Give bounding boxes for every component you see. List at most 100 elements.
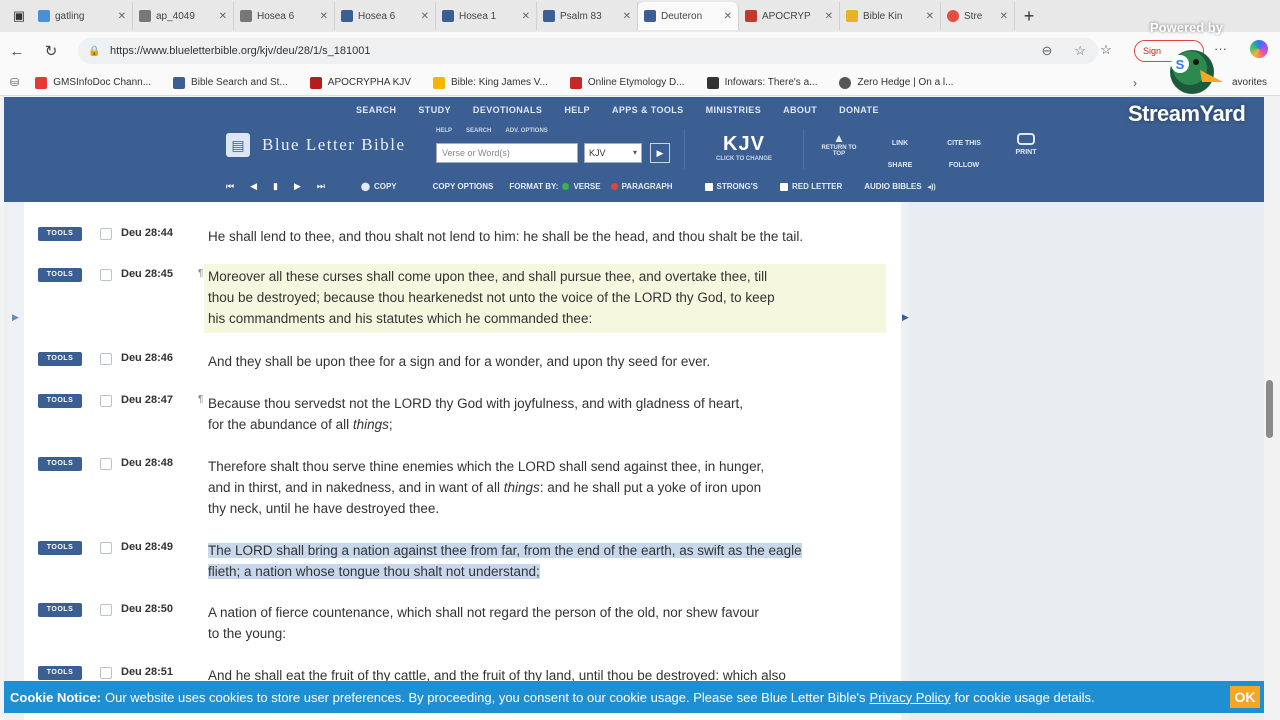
bookmark-item[interactable]: Infowars: There's a... <box>706 76 817 89</box>
verse-tools-button[interactable]: TOOLS <box>38 394 82 408</box>
audio-bibles-button[interactable]: AUDIO BIBLES ◂)) <box>864 182 936 191</box>
tab-close-icon[interactable]: ✕ <box>522 11 530 22</box>
copy-verse-icon[interactable] <box>100 395 112 407</box>
link-button[interactable]: LINK <box>876 133 924 155</box>
first-chapter-icon[interactable]: ⏮ <box>226 181 234 192</box>
verse-reference[interactable]: Deu 28:50 <box>121 603 173 615</box>
browser-tab[interactable]: Hosea 1 ✕ <box>436 2 537 30</box>
browser-tab[interactable]: APOCRYP ✕ <box>739 2 840 30</box>
version-change-button[interactable]: KJV CLICK TO CHANGE <box>684 129 804 169</box>
version-select[interactable]: KJV ▾ <box>584 143 642 163</box>
tab-close-icon[interactable]: ✕ <box>724 11 732 22</box>
copilot-icon[interactable] <box>1250 40 1268 58</box>
tab-close-icon[interactable]: ✕ <box>219 11 227 22</box>
bookmark-item[interactable]: Bible Search and St... <box>173 76 288 89</box>
copy-button[interactable]: ⬤ COPY <box>361 182 397 191</box>
tab-close-icon[interactable]: ✕ <box>320 11 328 22</box>
verse-reference[interactable]: Deu 28:47 <box>121 394 173 406</box>
copy-verse-icon[interactable] <box>100 667 112 679</box>
browser-tab[interactable]: Hosea 6 ✕ <box>234 2 335 30</box>
search-help-link[interactable]: HELP <box>436 128 452 134</box>
browser-tab[interactable]: Stre ✕ <box>941 2 1015 30</box>
url-field[interactable]: 🔒 https://www.blueletterbible.org/kjv/de… <box>78 38 1098 64</box>
nav-about[interactable]: ABOUT <box>783 105 817 115</box>
tab-close-icon[interactable]: ✕ <box>421 11 429 22</box>
tab-actions-icon[interactable]: ▣ <box>6 3 32 29</box>
bookmarks-overflow-chevron-icon[interactable]: › <box>1133 76 1137 90</box>
copy-verse-icon[interactable] <box>100 353 112 365</box>
search-link[interactable]: SEARCH <box>466 128 491 134</box>
paragraph-option[interactable]: PARAGRAPH <box>622 182 673 191</box>
right-panel-toggle-icon[interactable]: ▶ <box>902 312 909 323</box>
copy-verse-icon[interactable] <box>100 604 112 616</box>
verse-tools-button[interactable]: TOOLS <box>38 268 82 282</box>
cite-this-button[interactable]: CITE THIS <box>936 133 992 155</box>
red-letter-toggle[interactable]: RED LETTER <box>780 182 842 191</box>
last-chapter-icon[interactable]: ⏭ <box>317 181 325 192</box>
copy-verse-icon[interactable] <box>100 228 112 240</box>
back-arrow-icon[interactable]: ← <box>0 43 34 60</box>
chapter-menu-icon[interactable]: ▮ <box>273 181 278 192</box>
tab-close-icon[interactable]: ✕ <box>1000 11 1008 22</box>
verse-tools-button[interactable]: TOOLS <box>38 352 82 366</box>
browser-tab[interactable]: Bible Kin ✕ <box>840 2 941 30</box>
tab-close-icon[interactable]: ✕ <box>926 11 934 22</box>
copy-verse-icon[interactable] <box>100 458 112 470</box>
nav-study[interactable]: STUDY <box>418 105 451 115</box>
verse-search-input[interactable]: Verse or Word(s) <box>436 143 578 163</box>
browser-tab[interactable]: Psalm 83 ✕ <box>537 2 638 30</box>
adv-options-link[interactable]: ADV. OPTIONS <box>505 128 547 134</box>
previous-chapter-icon[interactable]: ◀ <box>250 181 257 192</box>
browser-tab-active[interactable]: Deuteron ✕ <box>638 2 739 30</box>
verse-reference[interactable]: Deu 28:51 <box>121 666 173 678</box>
tab-close-icon[interactable]: ✕ <box>118 11 126 22</box>
browser-tab[interactable]: gatling ✕ <box>32 2 133 30</box>
return-to-top-button[interactable]: ▲ RETURN TO TOP <box>816 131 862 157</box>
copy-options-button[interactable]: COPY OPTIONS <box>433 182 494 191</box>
nav-help[interactable]: HELP <box>564 105 590 115</box>
verse-tools-button[interactable]: TOOLS <box>38 227 82 241</box>
copy-verse-icon[interactable] <box>100 542 112 554</box>
nav-donate[interactable]: DONATE <box>839 105 879 115</box>
verse-tools-button[interactable]: TOOLS <box>38 666 82 680</box>
verse-reference[interactable]: Deu 28:45 <box>121 268 173 280</box>
page-scrollbar-thumb[interactable] <box>1266 380 1273 438</box>
nav-ministries[interactable]: MINISTRIES <box>706 105 762 115</box>
verse-radio-icon[interactable] <box>562 183 570 190</box>
verse-reference[interactable]: Deu 28:46 <box>121 352 173 364</box>
paragraph-radio-icon[interactable] <box>610 183 618 190</box>
browser-tab[interactable]: ap_4049 ✕ <box>133 2 234 30</box>
nav-search[interactable]: SEARCH <box>356 105 396 115</box>
verse-tools-button[interactable]: TOOLS <box>38 457 82 471</box>
bookmark-item[interactable]: Zero Hedge | On a l... <box>839 76 953 89</box>
bookmark-apps-icon[interactable]: ⛁ <box>10 76 19 89</box>
star-icon[interactable]: ☆ <box>1074 43 1086 59</box>
verse-reference[interactable]: Deu 28:49 <box>121 541 173 553</box>
verse-tools-button[interactable]: TOOLS <box>38 541 82 555</box>
bookmark-item[interactable]: Bible: King James V... <box>432 76 548 89</box>
bookmark-item[interactable]: Online Etymology D... <box>569 76 685 89</box>
verse-reference[interactable]: Deu 28:48 <box>121 457 173 469</box>
zoom-icon[interactable]: ⊖ <box>1041 43 1052 59</box>
strongs-toggle[interactable]: STRONG'S <box>704 182 758 191</box>
nav-apps-tools[interactable]: APPS & TOOLS <box>612 105 684 115</box>
next-chapter-icon[interactable]: ▶ <box>294 181 301 192</box>
privacy-policy-link[interactable]: Privacy Policy <box>870 690 951 705</box>
search-go-button[interactable]: ▶ <box>650 143 670 163</box>
tab-close-icon[interactable]: ✕ <box>623 11 631 22</box>
nav-devotionals[interactable]: DEVOTIONALS <box>473 105 542 115</box>
left-panel-toggle-icon[interactable]: ▶ <box>12 312 19 323</box>
verse-option[interactable]: VERSE <box>573 182 600 191</box>
copy-verse-icon[interactable] <box>100 269 112 281</box>
browser-tab[interactable]: Hosea 6 ✕ <box>335 2 436 30</box>
favorites-icon[interactable]: ☆ <box>1096 42 1116 58</box>
share-button[interactable]: SHARE <box>876 155 924 177</box>
verse-tools-button[interactable]: TOOLS <box>38 603 82 617</box>
bookmark-item[interactable]: APOCRYPHA KJV <box>309 76 411 89</box>
other-favorites-label[interactable]: avorites <box>1232 77 1267 88</box>
site-logo[interactable]: ▤ Blue Letter Bible <box>226 133 406 157</box>
verse-reference[interactable]: Deu 28:44 <box>121 227 173 239</box>
reload-icon[interactable]: ↻ <box>34 42 68 60</box>
cookie-ok-button[interactable]: OK <box>1230 686 1260 708</box>
new-tab-icon[interactable]: + <box>1015 6 1043 27</box>
